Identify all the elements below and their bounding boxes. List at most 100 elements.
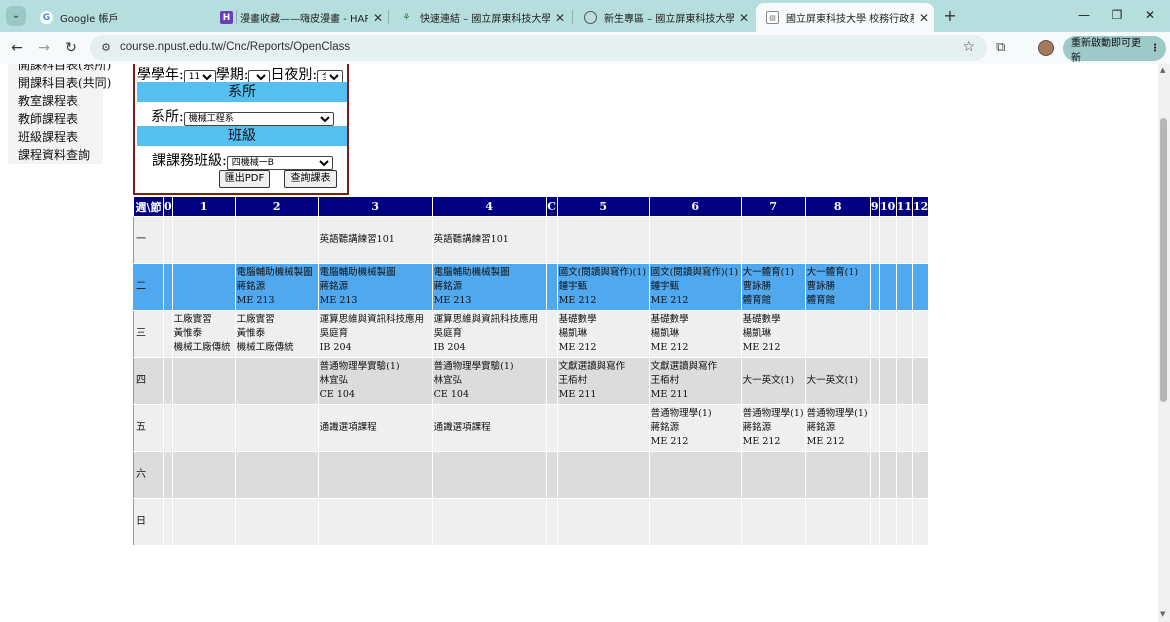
query-schedule-button[interactable]: 查詢課表 bbox=[284, 170, 337, 188]
teacher-name: 曹詠勝 bbox=[806, 281, 836, 292]
period-header: C bbox=[545, 196, 558, 217]
timetable-header-row: 週\節 0 1 2 3 4 C 5 6 7 8 9 10 11 12 bbox=[133, 196, 930, 217]
class-section-header: 班級 bbox=[137, 126, 347, 146]
teacher-name: 曹詠勝 bbox=[742, 281, 772, 292]
teacher-name: 王栢村 bbox=[558, 375, 588, 386]
dept-row: 系所: 機械工程系 bbox=[137, 106, 347, 126]
tab-google-account[interactable]: G Google 帳戶 ✕ bbox=[30, 3, 235, 32]
site-info-icon[interactable]: ⚙ bbox=[98, 40, 114, 56]
teacher-name: 蔣銘源 bbox=[806, 422, 836, 433]
timetable-row: 一 英語聽講練習101 英語聽講練習101 bbox=[133, 216, 930, 264]
course-name: 電腦輔助機械製圖 bbox=[236, 267, 313, 278]
course-cell: 英語聽講練習101 bbox=[317, 216, 433, 264]
room-name: ME 212 bbox=[558, 342, 597, 353]
empty-cell bbox=[317, 451, 433, 499]
scrollbar-thumb[interactable] bbox=[1160, 118, 1167, 402]
dept-select[interactable]: 機械工程系 bbox=[183, 112, 334, 126]
period-header: 8 bbox=[804, 196, 871, 217]
timetable-row: 五通識選項課程 通識選項課程 普通物理學(1) 蔣銘源 ME 212 普通物理學(1) 蔣銘… bbox=[133, 404, 930, 452]
course-cell: 普通物理學實驗(1) 林宜弘 CE 104 bbox=[431, 357, 547, 405]
empty-cell bbox=[911, 357, 930, 405]
reload-icon: ↻ bbox=[65, 40, 77, 56]
close-icon[interactable]: ✕ bbox=[734, 11, 754, 25]
empty-cell bbox=[545, 357, 558, 405]
period-header: 0 bbox=[163, 196, 173, 217]
course-cell: 普通物理學(1) 蔣銘源 ME 212 bbox=[648, 404, 742, 452]
sidebar-item-common-courses[interactable]: 開課科目表(共同) bbox=[8, 74, 111, 92]
export-pdf-button[interactable]: 匯出PDF bbox=[219, 170, 270, 188]
empty-cell bbox=[895, 451, 913, 499]
sidebar-item-classroom-schedule[interactable]: 教室課程表 bbox=[8, 92, 103, 110]
timetable-row: 三工廠實習 黃惟泰 機械工廠傳統 工廠實習 黃惟泰 機械工廠傳統 運算思維與資訊科技應用 吳庭… bbox=[133, 310, 930, 358]
tab-quick-links[interactable]: ⚘ 快速連結 – 國立屏東科技大學 ✕ bbox=[390, 3, 570, 32]
empty-cell bbox=[163, 216, 173, 264]
room-name: ME 213 bbox=[319, 295, 358, 306]
extensions-icon[interactable]: ⧉ bbox=[996, 40, 1005, 55]
empty-cell bbox=[878, 357, 897, 405]
day-label: 一 bbox=[133, 216, 164, 264]
sidebar-nav: 開課科目表(系所) 開課科目表(共同) 教室課程表 教師課程表 班級課程表 課程… bbox=[8, 64, 111, 164]
tab-manga[interactable]: H 漫畫收藏——嗨皮漫畫 - HAPP ✕ bbox=[210, 3, 388, 32]
vertical-scrollbar[interactable]: ▲ ▼ bbox=[1158, 64, 1170, 622]
url-text[interactable]: course.npust.edu.tw/Cnc/Reports/OpenClas… bbox=[120, 41, 350, 53]
course-name: 普通物理學實驗(1) bbox=[319, 361, 400, 372]
period-header: 9 bbox=[869, 196, 880, 217]
close-window-button[interactable]: ✕ bbox=[1132, 4, 1168, 26]
empty-cell bbox=[545, 451, 558, 499]
empty-cell bbox=[163, 498, 173, 546]
bookmark-star-icon[interactable]: ☆ bbox=[962, 39, 975, 55]
period-header: 10 bbox=[878, 196, 897, 217]
class-select[interactable]: 四機械一B bbox=[226, 156, 333, 170]
course-cell: 普通物理學(1) 蔣銘源 ME 212 bbox=[804, 404, 871, 452]
update-button[interactable]: 重新啟動即可更新 ⋮ bbox=[1063, 36, 1166, 64]
empty-cell bbox=[911, 310, 930, 358]
avatar[interactable] bbox=[1038, 40, 1054, 56]
corner-header: 週\節 bbox=[133, 196, 164, 217]
day-label: 三 bbox=[133, 310, 164, 358]
close-icon[interactable]: ✕ bbox=[368, 11, 388, 25]
empty-cell bbox=[163, 451, 173, 499]
sidebar-item-teacher-schedule[interactable]: 教師課程表 bbox=[8, 110, 103, 128]
empty-cell bbox=[804, 310, 871, 358]
teacher-name: 蔣銘源 bbox=[236, 281, 266, 292]
sidebar-item-course-search[interactable]: 課程資料查詢 bbox=[8, 146, 103, 164]
address-bar[interactable]: ⚙ course.npust.edu.tw/Cnc/Reports/OpenCl… bbox=[90, 35, 987, 61]
sidebar-item-class-schedule[interactable]: 班級課程表 bbox=[8, 128, 103, 146]
empty-cell bbox=[895, 357, 913, 405]
sidebar-item-dept-courses[interactable]: 開課科目表(系所) bbox=[8, 64, 111, 74]
timetable-row: 四 普通物理學實驗(1) 林宜弘 CE 104 普通物理學實驗(1) 林宜弘 CE 104 文… bbox=[133, 357, 930, 405]
course-cell: 工廠實習 黃惟泰 機械工廠傳統 bbox=[171, 310, 236, 358]
empty-cell bbox=[878, 404, 897, 452]
period-header: 12 bbox=[911, 196, 930, 217]
restore-button[interactable]: ❐ bbox=[1099, 4, 1135, 26]
minimize-button[interactable]: — bbox=[1066, 4, 1102, 26]
empty-cell bbox=[545, 216, 558, 264]
forward-button[interactable]: → bbox=[33, 38, 55, 58]
empty-cell bbox=[740, 451, 806, 499]
close-icon[interactable]: ✕ bbox=[550, 11, 570, 25]
empty-cell bbox=[171, 216, 236, 264]
timetable-row: 六 bbox=[133, 451, 930, 499]
scroll-down-icon[interactable]: ▼ bbox=[1160, 610, 1165, 618]
close-icon[interactable]: ✕ bbox=[914, 11, 934, 25]
new-tab-button[interactable]: + bbox=[940, 6, 960, 26]
period-header: 6 bbox=[648, 196, 742, 217]
day-label: 四 bbox=[133, 357, 164, 405]
course-cell: 大一英文(1) bbox=[804, 357, 871, 405]
empty-cell bbox=[556, 498, 650, 546]
tab-search-button[interactable]: ⌄ bbox=[6, 6, 26, 26]
more-icon[interactable]: ⋮ bbox=[1150, 43, 1160, 54]
course-cell: 英語聽講練習101 bbox=[431, 216, 547, 264]
empty-cell bbox=[869, 404, 880, 452]
room-name: CE 104 bbox=[433, 389, 470, 400]
reload-button[interactable]: ↻ bbox=[60, 38, 82, 58]
day-label: 日 bbox=[133, 498, 164, 546]
tab-academic-system[interactable]: ▤ 國立屏東科技大學 校務行政系統 ✕ bbox=[756, 3, 934, 32]
empty-cell bbox=[895, 404, 913, 452]
back-button[interactable]: ← bbox=[6, 38, 28, 58]
semester-label: 學期: bbox=[215, 67, 249, 83]
class-timetable: 週\節 0 1 2 3 4 C 5 6 7 8 9 10 11 12 一英語聽講練習101 英語聽講練習10… bbox=[133, 196, 930, 546]
scroll-up-icon[interactable]: ▲ bbox=[1160, 66, 1165, 74]
room-name: IB 204 bbox=[319, 342, 352, 353]
tab-freshman[interactable]: 新生專區 – 國立屏東科技大學 S ✕ bbox=[574, 3, 754, 32]
